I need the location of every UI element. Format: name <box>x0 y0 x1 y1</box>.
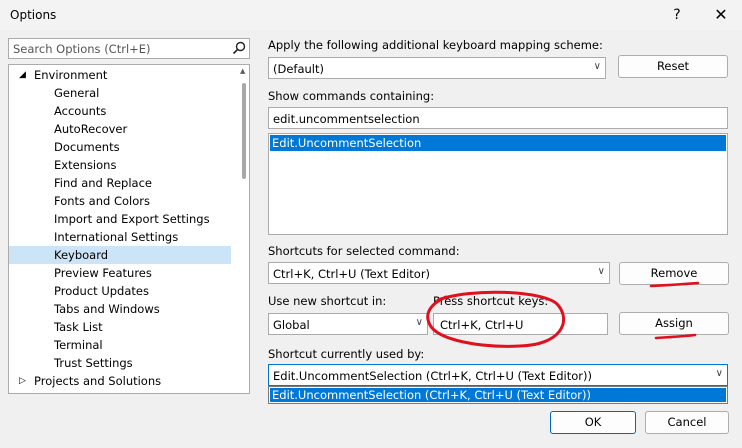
tree-item-label: Terminal <box>54 338 103 352</box>
scroll-thumb[interactable] <box>242 83 246 179</box>
collapse-icon[interactable]: ◢ <box>19 66 26 84</box>
tree-item[interactable]: Tabs and Windows <box>9 300 231 318</box>
show-commands-label: Show commands containing: <box>268 89 435 103</box>
tree-item-label: AutoRecover <box>54 122 128 136</box>
tree-item[interactable]: General <box>9 84 231 102</box>
tree-item[interactable]: Find and Replace <box>9 174 231 192</box>
tree-item[interactable]: Extensions <box>9 156 231 174</box>
use-shortcut-in-value: Global <box>273 318 310 332</box>
tree-item[interactable]: ▷ Projects and Solutions <box>9 372 231 390</box>
tree-item[interactable]: Keyboard <box>9 246 231 264</box>
use-shortcut-in-label: Use new shortcut in: <box>268 294 387 308</box>
tree-item-label: Documents <box>54 140 120 154</box>
mapping-scheme-dropdown[interactable]: (Default) ∨ <box>268 57 606 79</box>
window-title: Options <box>10 8 57 22</box>
tree-item-label: Extensions <box>54 158 117 172</box>
tree-item[interactable]: Task List <box>9 318 231 336</box>
tree-item-label: Import and Export Settings <box>54 212 210 226</box>
search-icon[interactable] <box>232 41 246 55</box>
shortcuts-label: Shortcuts for selected command: <box>268 244 460 258</box>
tree-item-label: General <box>54 86 100 100</box>
tree-item-label: International Settings <box>54 230 179 244</box>
tree-item-label: Product Updates <box>54 284 149 298</box>
cancel-button[interactable]: Cancel <box>645 411 729 434</box>
mapping-scheme-label: Apply the following additional keyboard … <box>268 38 603 52</box>
assign-underline-annotation <box>654 333 697 340</box>
tree-item[interactable]: Product Updates <box>9 282 231 300</box>
shortcuts-dropdown[interactable]: Ctrl+K, Ctrl+U (Text Editor) ∨ <box>268 262 610 284</box>
search-options-input[interactable]: Search Options (Ctrl+E) <box>8 38 250 59</box>
tree-item[interactable]: Documents <box>9 138 231 156</box>
tree-item-label: Environment <box>34 68 108 82</box>
commands-list[interactable]: Edit.UncommentSelection <box>268 133 728 235</box>
tree-item-label: Fonts and Colors <box>54 194 150 208</box>
tree-item-label: Tabs and Windows <box>54 302 160 316</box>
tree-item-label: Task List <box>54 320 103 334</box>
currently-used-options[interactable]: Edit.UncommentSelection (Ctrl+K, Ctrl+U … <box>268 386 728 404</box>
press-keys-value: Ctrl+K, Ctrl+U <box>440 318 524 332</box>
chevron-down-icon: ∨ <box>597 266 605 277</box>
remove-button[interactable]: Remove <box>619 262 729 285</box>
tree-item[interactable]: Trust Settings <box>9 354 231 372</box>
tree-item-label: Projects and Solutions <box>34 374 162 388</box>
currently-used-option[interactable]: Edit.UncommentSelection (Ctrl+K, Ctrl+U … <box>270 388 726 402</box>
tree-item[interactable]: Preview Features <box>9 264 231 282</box>
chevron-down-icon: ∨ <box>415 317 423 328</box>
close-icon[interactable]: ✕ <box>710 4 732 26</box>
tree-item[interactable]: Terminal <box>9 336 231 354</box>
scroll-up-icon[interactable]: ▲ <box>240 67 245 75</box>
tree-item-label: Preview Features <box>54 266 152 280</box>
currently-used-dropdown[interactable]: Edit.UncommentSelection (Ctrl+K, Ctrl+U … <box>268 364 728 386</box>
tree-item[interactable]: International Settings <box>9 228 231 246</box>
tree-item-label: Find and Replace <box>54 176 152 190</box>
title-bar <box>0 0 742 30</box>
tree-item-label: Accounts <box>54 104 107 118</box>
currently-used-label: Shortcut currently used by: <box>268 347 425 361</box>
expand-icon[interactable]: ▷ <box>19 372 26 390</box>
chevron-down-icon: ∨ <box>715 368 723 379</box>
command-item-selected[interactable]: Edit.UncommentSelection <box>270 135 726 151</box>
chevron-down-icon: ∨ <box>593 61 601 72</box>
assign-button[interactable]: Assign <box>619 312 729 335</box>
reset-button[interactable]: Reset <box>618 55 728 78</box>
command-filter-input[interactable]: edit.uncommentselection <box>268 107 728 129</box>
tree-item-label: Trust Settings <box>54 356 133 370</box>
command-filter-value: edit.uncommentselection <box>273 112 420 126</box>
ok-button[interactable]: OK <box>550 411 636 434</box>
help-icon[interactable]: ? <box>666 4 688 26</box>
use-shortcut-in-dropdown[interactable]: Global ∨ <box>268 313 428 335</box>
tree-item-label: Keyboard <box>54 248 109 262</box>
options-tree[interactable]: ◢ Environment General Accounts AutoRecover Do… <box>8 64 250 394</box>
tree-scrollbar[interactable]: ▲ <box>239 65 249 393</box>
tree-item[interactable]: AutoRecover <box>9 120 231 138</box>
press-keys-input[interactable]: Ctrl+K, Ctrl+U <box>433 313 608 335</box>
currently-used-value: Edit.UncommentSelection (Ctrl+K, Ctrl+U … <box>273 369 592 383</box>
tree-item[interactable]: ◢ Environment <box>9 66 231 84</box>
search-placeholder: Search Options (Ctrl+E) <box>13 42 151 56</box>
tree-item[interactable]: Fonts and Colors <box>9 192 231 210</box>
tree-item[interactable]: Accounts <box>9 102 231 120</box>
shortcut-value: Ctrl+K, Ctrl+U (Text Editor) <box>273 267 431 281</box>
mapping-scheme-value: (Default) <box>273 62 324 76</box>
tree-item[interactable]: Import and Export Settings <box>9 210 231 228</box>
press-keys-label: Press shortcut keys: <box>433 294 549 308</box>
